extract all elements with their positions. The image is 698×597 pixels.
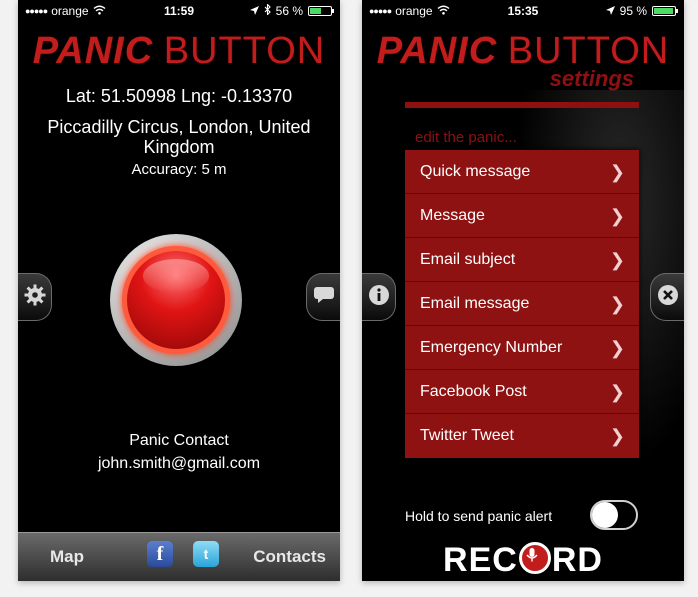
chevron-right-icon: ❯ [609, 250, 625, 270]
speech-bubble-icon [313, 286, 335, 309]
chevron-right-icon: ❯ [609, 338, 625, 358]
panic-contact-label: Panic Contact [129, 432, 229, 449]
microphone-icon [518, 542, 551, 575]
status-bar: ●●●●● orange 15:35 95 % [362, 0, 684, 20]
close-tab[interactable] [650, 273, 684, 321]
menu-item-message[interactable]: Message ❯ [405, 194, 639, 238]
settings-tab[interactable] [18, 273, 52, 321]
menu-item-quick-message[interactable]: Quick message ❯ [405, 150, 639, 194]
menu-item-facebook-post[interactable]: Facebook Post ❯ [405, 370, 639, 414]
status-bar: ●●●●● orange 11:59 56 % [18, 0, 340, 20]
chevron-right-icon: ❯ [609, 382, 625, 402]
address-line-2: Kingdom [143, 137, 215, 157]
bluetooth-icon [264, 3, 271, 18]
chevron-right-icon: ❯ [609, 294, 625, 314]
menu-item-email-subject[interactable]: Email subject ❯ [405, 238, 639, 282]
map-button[interactable]: Map [50, 547, 84, 567]
menu-item-twitter-tweet[interactable]: Twitter Tweet ❯ [405, 414, 639, 458]
header-divider [405, 102, 639, 108]
chevron-right-icon: ❯ [609, 162, 625, 182]
close-icon [657, 284, 679, 311]
location-arrow-icon [605, 4, 615, 18]
chevron-right-icon: ❯ [609, 426, 625, 446]
edit-hint: edit the panic... [415, 129, 517, 146]
coordinates-text: Lat: 51.50998 Lng: -0.13370 [65, 86, 293, 106]
info-tab[interactable] [362, 273, 396, 321]
settings-menu: Quick message ❯ Message ❯ Email subject ❯ E… [405, 150, 639, 458]
battery-icon [308, 6, 334, 16]
panic-main-screen: ●●●●● orange 11:59 56 % PANIC BUTTON Lat… [18, 0, 340, 581]
settings-subtitle: settings [549, 66, 634, 91]
bottom-toolbar: Map f t Contacts [18, 532, 340, 581]
address-line-1: Piccadilly Circus, London, United [47, 117, 311, 137]
menu-item-emergency-number[interactable]: Emergency Number ❯ [405, 326, 639, 370]
hold-to-send-toggle[interactable] [590, 500, 638, 530]
panic-contact-email: john.smith@gmail.com [97, 455, 261, 472]
app-logo: PANIC BUTTON [32, 30, 326, 72]
chevron-right-icon: ❯ [609, 206, 625, 226]
message-tab[interactable] [306, 273, 340, 321]
menu-item-email-message[interactable]: Email message ❯ [405, 282, 639, 326]
panic-settings-screen: ●●●●● orange 15:35 95 % PANIC BUTTON set… [362, 0, 684, 581]
location-arrow-icon [249, 4, 259, 18]
info-icon [368, 284, 390, 311]
app-logo: PANIC BUTTON [376, 30, 670, 72]
twitter-icon[interactable]: t [193, 541, 219, 567]
panic-button[interactable] [110, 234, 242, 366]
gear-icon [24, 284, 46, 311]
hold-to-send-label: Hold to send panic alert [405, 508, 553, 524]
battery-icon [652, 6, 678, 16]
battery-percent: 95 % [619, 4, 647, 18]
facebook-icon[interactable]: f [147, 541, 173, 567]
record-button[interactable]: REC RD [362, 541, 684, 580]
accuracy-text: Accuracy: 5 m [131, 161, 227, 178]
contacts-button[interactable]: Contacts [253, 547, 326, 567]
battery-percent: 56 % [275, 4, 303, 18]
